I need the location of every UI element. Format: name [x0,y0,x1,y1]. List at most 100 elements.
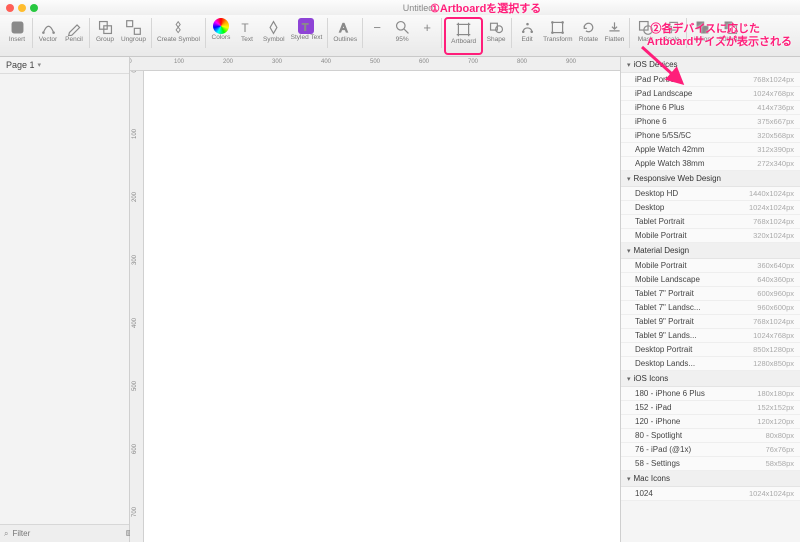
artboard-preset-row[interactable]: 120 - iPhone120x120px [621,415,800,429]
preset-size: 320x568px [757,131,794,140]
preset-name: 80 - Spotlight [635,431,682,440]
zoom-out-button[interactable]: − [365,17,389,51]
svg-text:T: T [242,20,249,34]
artboard-preset-row[interactable]: Tablet 9" Lands...1024x768px [621,329,800,343]
artboard-preset-row[interactable]: iPad Landscape1024x768px [621,87,800,101]
preset-size: 320x1024px [753,231,794,240]
artboard-preset-row[interactable]: Tablet 9" Portrait768x1024px [621,315,800,329]
preset-section-header[interactable]: Mac Icons [621,471,800,487]
artboard-preset-row[interactable]: Desktop1024x1024px [621,201,800,215]
artboard-preset-row[interactable]: Mobile Portrait 320x1024px [621,229,800,243]
zoom-label: 95% [396,37,409,44]
symbol-button[interactable]: Symbol [260,17,288,51]
preset-name: Desktop HD [635,189,678,198]
artboard-preset-row[interactable]: 10241024x1024px [621,487,800,501]
zoom-in-button[interactable]: + [415,17,439,51]
edit-button[interactable]: Edit [514,17,540,51]
artboard-preset-row[interactable]: Tablet 7" Portrait600x960px [621,287,800,301]
preset-section-header[interactable]: iOS Icons [621,371,800,387]
filter-input[interactable] [12,529,122,538]
artboard-preset-row[interactable]: Desktop HD 1440x1024px [621,187,800,201]
artboard-preset-row[interactable]: iPhone 6 Plus414x736px [621,101,800,115]
subtract-button[interactable]: Subtract [715,17,745,51]
color-wheel-icon [213,18,229,34]
preset-size: 1024x768px [753,89,794,98]
preset-size: 1280x850px [753,359,794,368]
preset-size: 1024x768px [753,331,794,340]
flatten-button[interactable]: Flatten [601,17,627,51]
preset-size: 960x600px [757,303,794,312]
preset-size: 600x960px [757,289,794,298]
artboard-preset-row[interactable]: iPhone 5/5S/5C 320x568px [621,129,800,143]
symbol-label: Symbol [263,37,285,44]
artboard-preset-row[interactable]: iPad Portrait768x1024px [621,73,800,87]
rotate-button[interactable]: Rotate [575,17,601,51]
artboard-preset-row[interactable]: Tablet 7" Landsc...960x600px [621,301,800,315]
artboard-preset-row[interactable]: iPhone 6375x667px [621,115,800,129]
artboard-button[interactable]: Artboard [448,19,479,53]
zoom-level[interactable]: 95% [389,17,415,51]
artboard-preset-row[interactable]: Mobile Portrait360x640px [621,259,800,273]
artboard-preset-row[interactable]: Desktop Portrait850x1280px [621,343,800,357]
artboard-preset-row[interactable]: 152 - iPad152x152px [621,401,800,415]
preset-size: 768x1024px [753,317,794,326]
artboard-preset-row[interactable]: Tablet Portrait 768x1024px [621,215,800,229]
preset-name: Apple Watch 38mm [635,159,705,168]
union-button[interactable]: Union [689,17,715,51]
preset-size: 1440x1024px [749,189,794,198]
artboard-preset-row[interactable]: Desktop Lands...1280x850px [621,357,800,371]
window-titlebar: Untitled [0,0,800,15]
preset-section-header[interactable]: Material Design [621,243,800,259]
text-button[interactable]: T Text [234,17,260,51]
page-selector[interactable]: Page 1 ▾ [0,57,129,74]
toolbar: Insert Vector Pencil Group Ungroup Creat… [0,15,800,57]
preset-size: 360x640px [757,261,794,270]
transform-button[interactable]: Transform [540,17,575,51]
preset-size: 1024x1024px [749,203,794,212]
shape-label: Shape [487,37,506,44]
insert-label: Insert [9,37,25,44]
preset-size: 152x152px [757,403,794,412]
group-button[interactable]: Group [92,17,118,51]
rotate-label: Rotate [579,37,598,44]
chevron-down-icon: ▾ [38,61,42,69]
mask-label: Mask [638,37,654,44]
preset-section-header[interactable]: iOS Devices [621,57,800,73]
artboard-preset-row[interactable]: 80 - Spotlight80x80px [621,429,800,443]
search-icon: ⌕ [4,529,8,539]
zoom-traffic-light[interactable] [30,4,38,12]
preset-size: 180x180px [757,389,794,398]
preset-size: 120x120px [757,417,794,426]
pencil-label: Pencil [65,37,83,44]
colors-button[interactable]: Colors [208,17,234,51]
preset-size: 768x1024px [753,217,794,226]
artboard-preset-row[interactable]: 76 - iPad (@1x)76x76px [621,443,800,457]
preset-size: 850x1280px [753,345,794,354]
artboard-preset-row[interactable]: Mobile Landscape640x360px [621,273,800,287]
close-traffic-light[interactable] [6,4,14,12]
create-symbol-button[interactable]: Create Symbol [154,17,203,51]
minimize-traffic-light[interactable] [18,4,26,12]
artboard-preset-row[interactable]: 58 - Settings58x58px [621,457,800,471]
shape-button[interactable]: Shape [483,17,509,51]
artboard-preset-row[interactable]: Apple Watch 38mm272x340px [621,157,800,171]
mask-button[interactable]: Mask [632,17,658,51]
pencil-button[interactable]: Pencil [61,17,87,51]
ungroup-button[interactable]: Ungroup [118,17,149,51]
styled-text-button[interactable]: TStyled Text [288,17,326,51]
preset-section-header[interactable]: Responsive Web Design [621,171,800,187]
outlines-button[interactable]: AOutlines [330,17,360,51]
text-label: Text [241,37,253,44]
artboard-preset-row[interactable]: 180 - iPhone 6 Plus180x180px [621,387,800,401]
scale-button[interactable]: Scale [658,17,684,51]
preset-name: Mobile Portrait [635,231,687,240]
preset-name: Tablet Portrait [635,217,684,226]
colors-label: Colors [212,35,231,42]
preset-name: Apple Watch 42mm [635,145,705,154]
artboard-preset-row[interactable]: Apple Watch 42mm312x390px [621,143,800,157]
canvas[interactable] [144,71,620,542]
styled-text-label: Styled Text [291,35,323,42]
vector-button[interactable]: Vector [35,17,61,51]
preset-name: iPhone 5/5S/5C [635,131,691,140]
insert-button[interactable]: Insert [4,17,30,51]
